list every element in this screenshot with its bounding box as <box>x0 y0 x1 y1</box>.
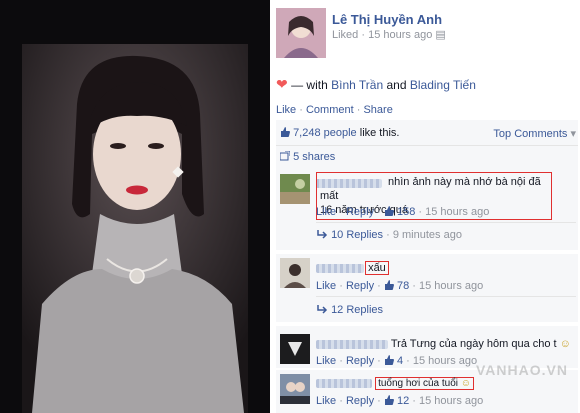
comment-like-count[interactable]: 158 <box>397 206 415 218</box>
facebook-post-panel: Lê Thị Huyền Anh Liked · 15 hours ago ▤ … <box>270 0 580 413</box>
share-icon <box>280 151 290 161</box>
divider <box>276 145 578 146</box>
likes-suffix: like this. <box>359 127 400 139</box>
thumbs-up-icon <box>281 127 290 137</box>
audience-icon: ▤ <box>435 29 446 41</box>
comment-like-button[interactable]: Like <box>316 355 336 367</box>
redacted-commenter-name[interactable] <box>316 378 372 388</box>
comment-item: xấu <box>316 261 580 275</box>
commenter-avatar[interactable] <box>280 374 310 404</box>
comment-item: Trả Tưng của ngày hôm qua cho t ☺ <box>316 338 580 350</box>
likes-count[interactable]: 7,248 people <box>293 127 357 139</box>
comment-like-count[interactable]: 12 <box>397 395 409 407</box>
comment-reply-button[interactable]: Reply <box>346 355 374 367</box>
comment-actions: Like · Reply · 12 · 15 hours ago <box>316 395 484 407</box>
heart-icon: ❤ <box>276 76 288 92</box>
and-label: and <box>386 78 407 92</box>
commenter-avatar[interactable] <box>280 258 310 288</box>
commenter-avatar[interactable] <box>280 174 310 204</box>
divider <box>316 296 576 297</box>
comment-item: nhìn ảnh này mà nhớ bà nội đã mất 16 năm… <box>316 172 576 220</box>
shares-summary: 5 shares <box>280 151 580 163</box>
shares-count[interactable]: 5 shares <box>293 151 335 163</box>
top-comments-label: Top Comments <box>493 128 568 140</box>
liked-status[interactable]: Liked <box>332 29 358 41</box>
comment-time[interactable]: 15 hours ago <box>413 355 477 367</box>
smile-emoji-icon: ☺ <box>460 378 472 389</box>
share-button[interactable]: Share <box>363 104 392 116</box>
watermark-text: VANHAO.VN <box>476 362 568 378</box>
comment-text: tuổng hơi của tuổi ☺ <box>375 377 475 390</box>
thumbs-up-icon <box>384 280 394 290</box>
author-name[interactable]: Lê Thị Huyền Anh <box>332 12 442 27</box>
dropdown-caret-icon: ▾ <box>570 128 576 140</box>
comment-actions: Like · Reply · 78 · 15 hours ago <box>316 280 484 292</box>
post-time[interactable]: 15 hours ago <box>368 29 432 41</box>
replies-time: 9 minutes ago <box>392 229 462 241</box>
post-actions: Like · Comment · Share <box>276 104 393 116</box>
comment-time[interactable]: 15 hours ago <box>419 395 483 407</box>
like-button[interactable]: Like <box>276 104 296 116</box>
comment-like-button[interactable]: Like <box>316 280 336 292</box>
author-avatar[interactable] <box>276 8 326 58</box>
comment-text: Trả Tưng của ngày hôm qua cho t <box>390 338 557 350</box>
replies-count: 10 Replies <box>331 229 384 241</box>
comment-item: tuổng hơi của tuổi ☺ <box>316 377 580 390</box>
replies-link[interactable]: 12 Replies <box>316 304 580 316</box>
thumbs-up-icon <box>384 355 394 365</box>
comment-like-button[interactable]: Like <box>316 395 336 407</box>
post-meta: Liked · 15 hours ago ▤ <box>332 29 446 41</box>
thumbs-up-icon <box>384 206 394 216</box>
comment-time[interactable]: 15 hours ago <box>425 206 489 218</box>
top-comments-dropdown[interactable]: Top Comments ▾ <box>493 127 576 140</box>
tagged-user-1[interactable]: Bình Trần <box>331 78 383 92</box>
redacted-commenter-name[interactable] <box>316 339 388 349</box>
comment-reply-button[interactable]: Reply <box>346 395 374 407</box>
comment-like-count[interactable]: 78 <box>397 280 409 292</box>
reply-arrow-icon <box>317 305 328 314</box>
comment-reply-button[interactable]: Reply <box>346 280 374 292</box>
comment-reply-button[interactable]: Reply <box>346 206 374 218</box>
post-tag-line: ❤ — with Bình Trần and Blading Tiến <box>276 76 580 93</box>
replies-count: 12 Replies <box>331 304 384 316</box>
comment-like-count[interactable]: 4 <box>397 355 403 367</box>
post-photo[interactable] <box>22 44 248 413</box>
photo-panel <box>0 0 270 413</box>
comment-actions: Like · Reply · 158 · 15 hours ago <box>316 206 490 218</box>
redacted-commenter-name[interactable] <box>316 263 364 273</box>
thumbs-up-icon <box>384 395 394 405</box>
comment-text: xấu <box>365 261 389 275</box>
replies-link[interactable]: 10 Replies · 9 minutes ago <box>316 229 580 241</box>
divider <box>316 222 576 223</box>
commenter-avatar[interactable] <box>280 334 310 364</box>
tagged-user-2[interactable]: Blading Tiến <box>410 78 476 92</box>
with-label: — with <box>291 78 328 92</box>
comment-time[interactable]: 15 hours ago <box>419 280 483 292</box>
reply-arrow-icon <box>317 230 328 239</box>
smile-emoji-icon: ☺ <box>559 338 571 350</box>
comment-button[interactable]: Comment <box>306 104 354 116</box>
comment-like-button[interactable]: Like <box>316 206 336 218</box>
